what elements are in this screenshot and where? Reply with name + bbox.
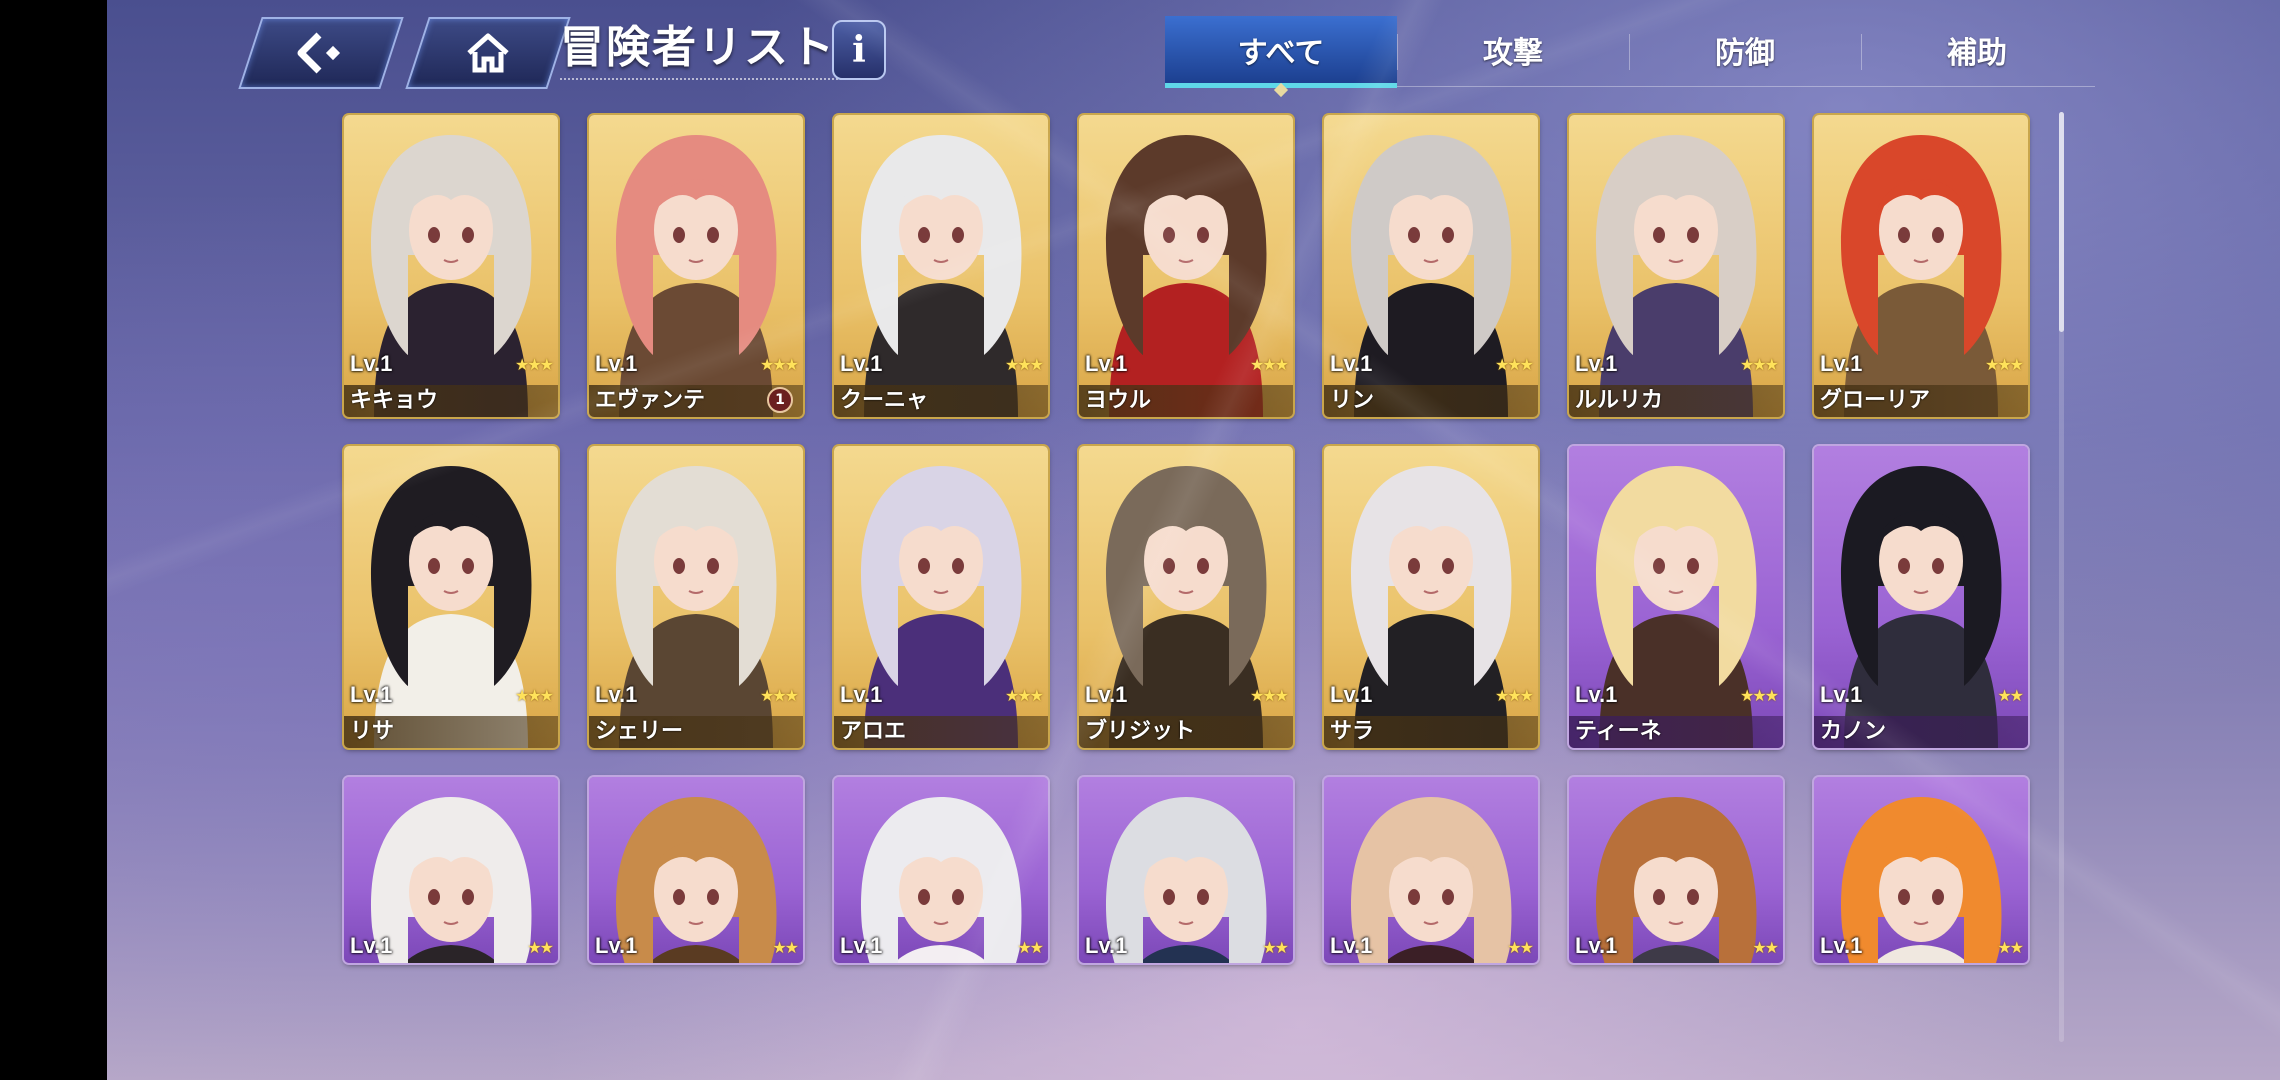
adventurer-card[interactable]: Lv.1 ★★★ アロエ bbox=[834, 446, 1048, 748]
star-rating-icon: ★★ bbox=[1262, 938, 1289, 957]
star-rating-icon: ★★★ bbox=[759, 686, 799, 705]
character-name: リサ bbox=[350, 719, 395, 744]
adventurer-card[interactable]: Lv.1 ★★★ リサ bbox=[344, 446, 558, 748]
home-icon bbox=[465, 32, 511, 74]
tab-all[interactable]: すべて bbox=[1165, 16, 1397, 98]
star-rating-icon: ★★ bbox=[1997, 686, 2024, 705]
info-button[interactable]: i bbox=[832, 20, 886, 80]
character-name: ブリジット bbox=[1085, 719, 1196, 744]
character-name: ヨウル bbox=[1085, 388, 1152, 413]
tab-attack[interactable]: 攻撃 bbox=[1397, 16, 1629, 84]
adventurer-card[interactable]: Lv.1 ★★★ キキョウ bbox=[344, 115, 558, 417]
star-rating-icon: ★★ bbox=[1752, 938, 1779, 957]
tab-all-label: すべて bbox=[1237, 36, 1325, 71]
scrollbar-thumb[interactable] bbox=[2059, 112, 2064, 332]
back-arrow-icon bbox=[293, 30, 349, 76]
adventurer-card[interactable]: Lv.1 ★★ bbox=[1324, 777, 1538, 963]
adventurer-card[interactable]: Lv.1 ★★★ エヴァンテ 1 bbox=[589, 115, 803, 417]
filter-tabs: すべて 攻撃 防御 補助 bbox=[1165, 16, 2095, 98]
info-icon: i bbox=[852, 29, 866, 71]
character-name: キキョウ bbox=[350, 388, 439, 413]
star-rating-icon: ★★ bbox=[1997, 938, 2024, 957]
adventurer-card[interactable]: Lv.1 ★★★ サラ bbox=[1324, 446, 1538, 748]
home-button[interactable] bbox=[405, 17, 571, 89]
adventurer-card[interactable]: Lv.1 ★★ bbox=[1814, 777, 2028, 963]
character-name: リン bbox=[1330, 388, 1375, 413]
star-rating-icon: ★★★ bbox=[1739, 686, 1779, 705]
character-name: アロエ bbox=[840, 719, 907, 744]
level-label: Lv.1 bbox=[1085, 933, 1128, 958]
star-rating-icon: ★★ bbox=[772, 938, 799, 957]
count-badge: 1 bbox=[767, 387, 793, 413]
level-label: Lv.1 bbox=[595, 933, 638, 958]
character-name: ルルリカ bbox=[1575, 388, 1664, 413]
adventurer-card[interactable]: Lv.1 ★★★ クーニャ bbox=[834, 115, 1048, 417]
star-rating-icon: ★★★ bbox=[1249, 686, 1289, 705]
star-rating-icon: ★★★ bbox=[1984, 355, 2024, 374]
adventurer-card[interactable]: Lv.1 ★★ bbox=[834, 777, 1048, 963]
star-rating-icon: ★★★ bbox=[514, 355, 554, 374]
adventurer-card[interactable]: Lv.1 ★★★ グローリア bbox=[1814, 115, 2028, 417]
adventurer-card[interactable]: Lv.1 ★★★ リン bbox=[1324, 115, 1538, 417]
star-rating-icon: ★★★ bbox=[514, 686, 554, 705]
tab-defense[interactable]: 防御 bbox=[1629, 16, 1861, 84]
level-label: Lv.1 bbox=[1820, 682, 1863, 707]
adventurer-card[interactable]: Lv.1 ★★★ ティーネ bbox=[1569, 446, 1783, 748]
level-label: Lv.1 bbox=[1085, 682, 1128, 707]
level-label: Lv.1 bbox=[1330, 351, 1373, 376]
star-rating-icon: ★★★ bbox=[1004, 355, 1044, 374]
star-rating-icon: ★★★ bbox=[1739, 355, 1779, 374]
star-rating-icon: ★★★ bbox=[1249, 355, 1289, 374]
character-name: ティーネ bbox=[1575, 719, 1662, 744]
star-rating-icon: ★★★ bbox=[1494, 686, 1534, 705]
level-label: Lv.1 bbox=[1330, 682, 1373, 707]
game-screen: 冒険者リスト i すべて 攻撃 防御 補助 Lv.1 ★★★ キキョウ Lv.1 ★★★… bbox=[107, 0, 2280, 1080]
character-name: カノン bbox=[1820, 719, 1887, 744]
level-label: Lv.1 bbox=[1085, 351, 1128, 376]
character-name: グローリア bbox=[1820, 388, 1931, 413]
level-label: Lv.1 bbox=[350, 351, 393, 376]
level-label: Lv.1 bbox=[595, 682, 638, 707]
tab-attack-label: 攻撃 bbox=[1483, 36, 1543, 71]
level-label: Lv.1 bbox=[1820, 351, 1863, 376]
scrollbar[interactable] bbox=[2059, 112, 2064, 1042]
adventurer-card[interactable]: Lv.1 ★★ bbox=[1079, 777, 1293, 963]
level-label: Lv.1 bbox=[1575, 351, 1618, 376]
adventurer-card[interactable]: Lv.1 ★★ bbox=[344, 777, 558, 963]
character-name: サラ bbox=[1330, 719, 1375, 744]
page-title: 冒険者リスト bbox=[560, 18, 842, 80]
star-rating-icon: ★★ bbox=[527, 938, 554, 957]
tab-defense-label: 防御 bbox=[1715, 36, 1775, 71]
back-button[interactable] bbox=[238, 17, 404, 89]
active-tab-diamond-icon bbox=[1273, 82, 1289, 98]
character-name: クーニャ bbox=[840, 388, 929, 413]
tab-support-label: 補助 bbox=[1947, 36, 2007, 71]
level-label: Lv.1 bbox=[1575, 682, 1618, 707]
level-label: Lv.1 bbox=[1330, 933, 1373, 958]
character-name: エヴァンテ bbox=[595, 388, 706, 413]
adventurer-card[interactable]: Lv.1 ★★★ ブリジット bbox=[1079, 446, 1293, 748]
star-rating-icon: ★★★ bbox=[759, 355, 799, 374]
level-label: Lv.1 bbox=[595, 351, 638, 376]
adventurer-card[interactable]: Lv.1 ★★★ ヨウル bbox=[1079, 115, 1293, 417]
star-rating-icon: ★★ bbox=[1507, 938, 1534, 957]
adventurer-card[interactable]: Lv.1 ★★ カノン bbox=[1814, 446, 2028, 748]
star-rating-icon: ★★ bbox=[1017, 938, 1044, 957]
adventurer-card[interactable]: Lv.1 ★★★ シェリー bbox=[589, 446, 803, 748]
level-label: Lv.1 bbox=[350, 682, 393, 707]
star-rating-icon: ★★★ bbox=[1004, 686, 1044, 705]
level-label: Lv.1 bbox=[350, 933, 393, 958]
tab-support[interactable]: 補助 bbox=[1861, 16, 2093, 84]
level-label: Lv.1 bbox=[1820, 933, 1863, 958]
adventurer-card[interactable]: Lv.1 ★★ bbox=[1569, 777, 1783, 963]
star-rating-icon: ★★★ bbox=[1494, 355, 1534, 374]
level-label: Lv.1 bbox=[840, 682, 883, 707]
level-label: Lv.1 bbox=[1575, 933, 1618, 958]
level-label: Lv.1 bbox=[840, 351, 883, 376]
level-label: Lv.1 bbox=[840, 933, 883, 958]
adventurer-card[interactable]: Lv.1 ★★★ ルルリカ bbox=[1569, 115, 1783, 417]
character-name: シェリー bbox=[595, 719, 684, 744]
adventurer-card[interactable]: Lv.1 ★★ bbox=[589, 777, 803, 963]
